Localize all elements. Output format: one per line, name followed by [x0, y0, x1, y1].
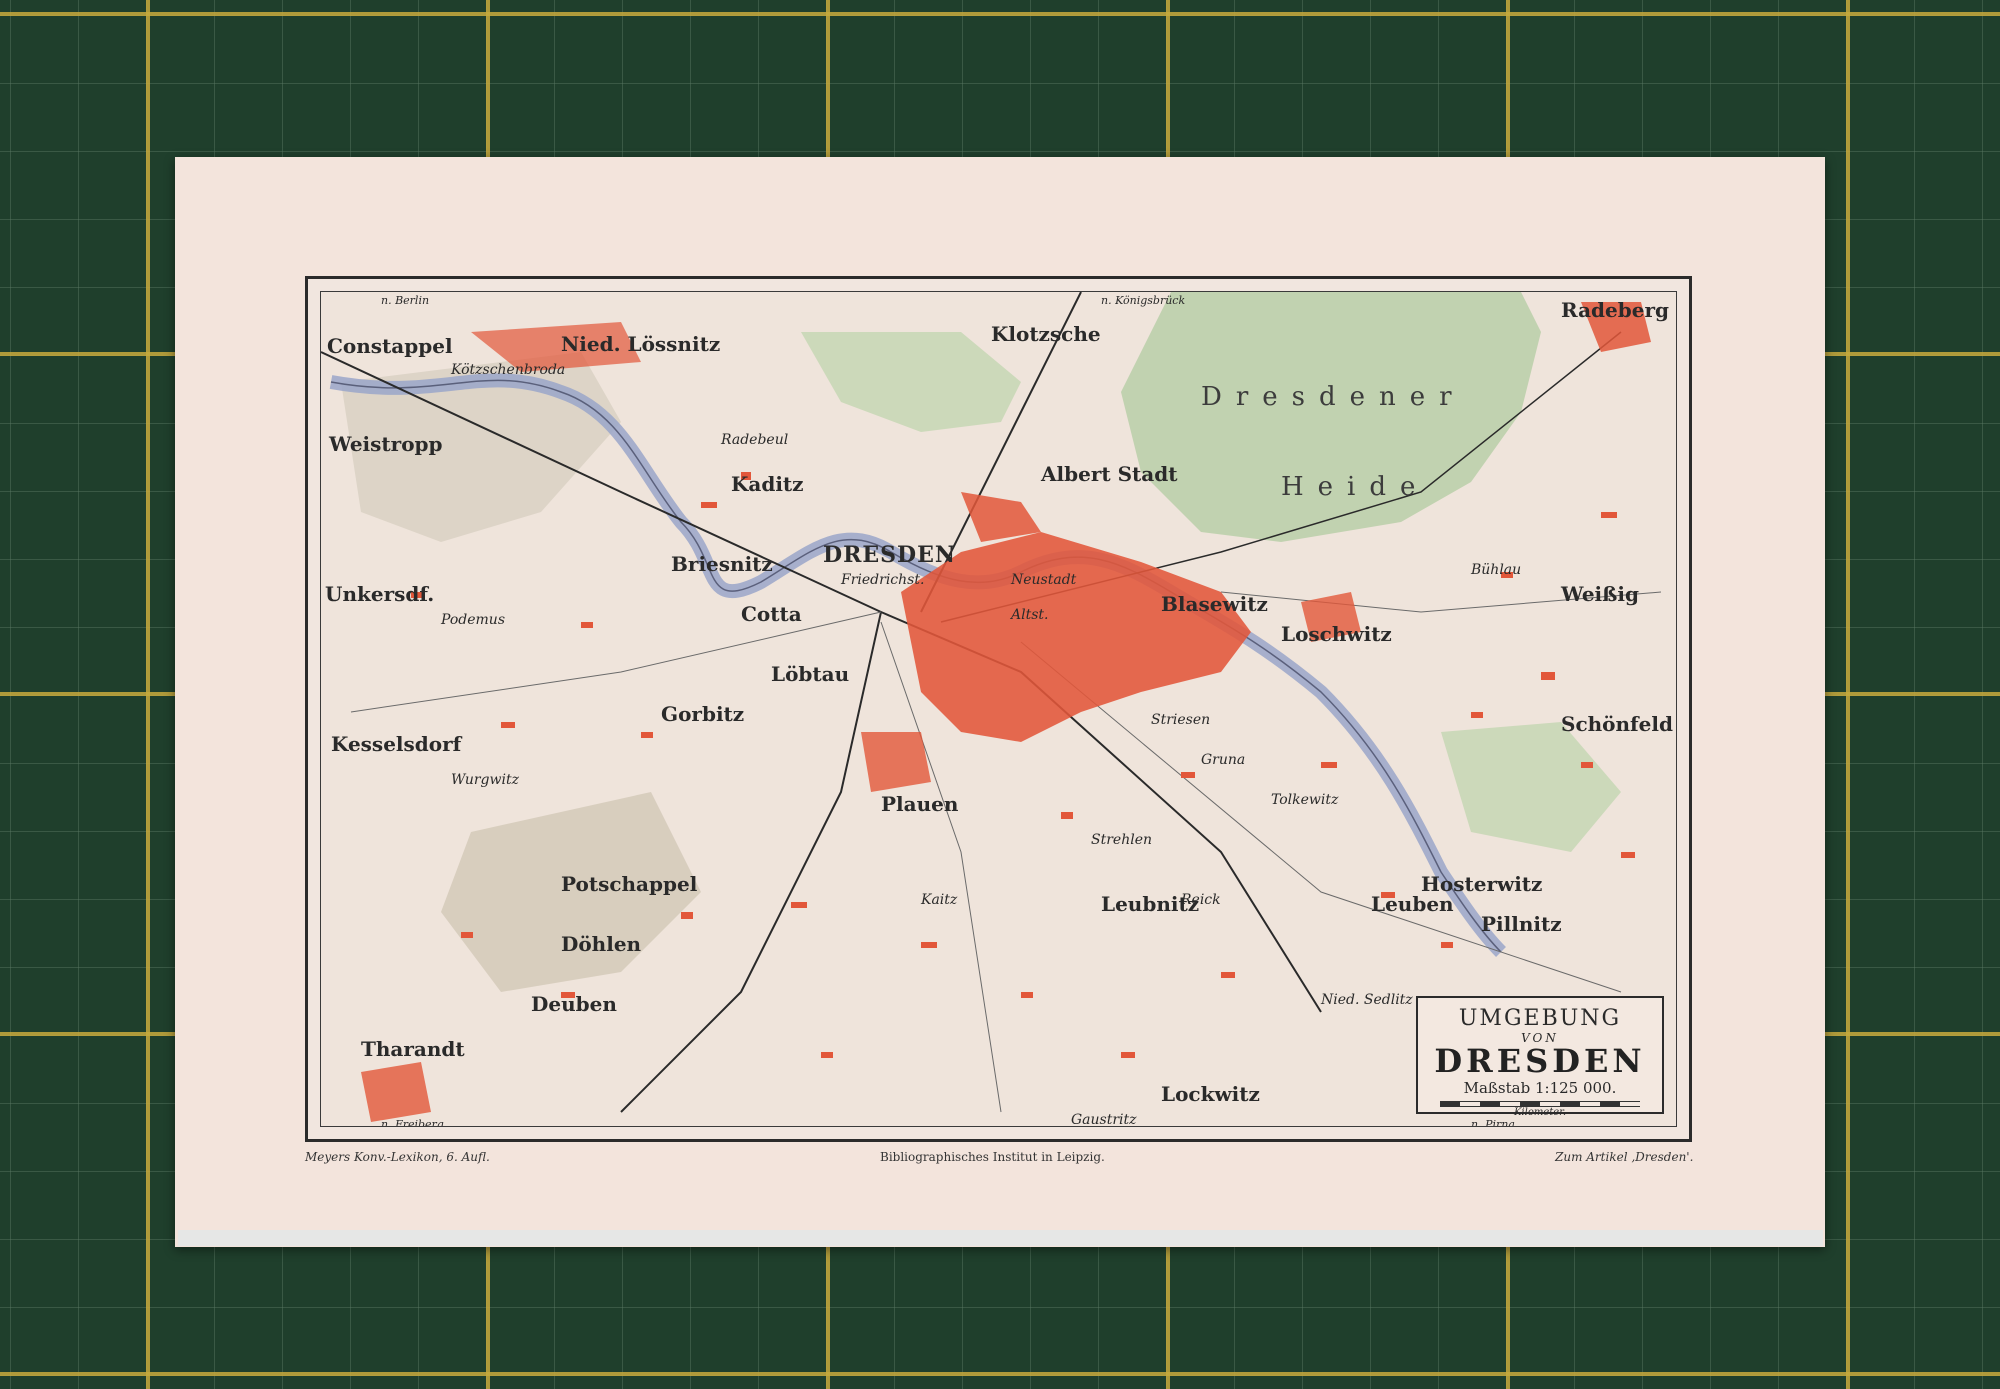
- label-constappel: Constappel: [327, 334, 453, 358]
- map-title-cartouche: UMGEBUNG VON DRESDEN Maßstab 1:125 000. …: [1416, 996, 1664, 1118]
- forest-area-north: [801, 332, 1021, 432]
- paper-edge: [178, 1230, 1823, 1246]
- label-plauen: Plauen: [881, 792, 959, 816]
- label-schoenfeld: Schönfeld: [1561, 712, 1673, 736]
- label-kaditz: Kaditz: [731, 472, 804, 496]
- label-to-freiberg: n. Freiberg: [381, 1118, 444, 1127]
- title-umgebung: UMGEBUNG: [1458, 1006, 1622, 1031]
- scale-text: Maßstab 1:125 000.: [1463, 1079, 1617, 1097]
- label-weissig: Weißig: [1561, 582, 1639, 606]
- label-dresden: DRESDEN: [823, 542, 956, 568]
- label-cotta: Cotta: [741, 602, 802, 626]
- label-klotzsche: Klotzsche: [991, 322, 1101, 346]
- label-weistropp: Weistropp: [329, 432, 443, 456]
- label-pillnitz: Pillnitz: [1481, 912, 1562, 936]
- label-radebeul: Radebeul: [721, 432, 789, 448]
- label-tolkewitz: Tolkewitz: [1271, 792, 1339, 808]
- label-doehlen: Döhlen: [561, 932, 642, 956]
- label-to-koenigsbrueck: n. Königsbrück: [1101, 294, 1186, 307]
- label-to-pirna: n. Pirna: [1471, 1118, 1515, 1127]
- label-friedrichstadt: Friedrichst.: [841, 572, 925, 588]
- label-altstadt: Altst.: [1011, 607, 1049, 623]
- map-frame: DRESDEN Radeberg Dresdener Heide Constap…: [305, 276, 1692, 1142]
- plauen-area: [861, 732, 931, 792]
- label-striesen: Striesen: [1151, 712, 1211, 728]
- label-albert-stadt: Albert Stadt: [1041, 462, 1178, 486]
- label-buehlau: Bühlau: [1471, 562, 1522, 578]
- map-area: DRESDEN Radeberg Dresdener Heide Constap…: [320, 291, 1677, 1127]
- label-hosterwitz: Hosterwitz: [1421, 872, 1543, 896]
- label-forest-dresdener: Dresdener: [1201, 382, 1466, 412]
- label-blasewitz: Blasewitz: [1161, 592, 1268, 616]
- neustadt-area: [961, 492, 1041, 542]
- label-gruna: Gruna: [1201, 752, 1246, 768]
- label-koetzschenbroda: Kötzschenbroda: [451, 362, 566, 378]
- label-radeberg: Radeberg: [1561, 298, 1669, 322]
- label-loschwitz: Loschwitz: [1281, 622, 1392, 646]
- title-dresden: DRESDEN: [1434, 1042, 1646, 1080]
- forest-area-southeast: [1441, 722, 1621, 852]
- label-neustadt: Neustadt: [1011, 572, 1077, 588]
- label-podemus: Podemus: [441, 612, 506, 628]
- label-potschappel: Potschappel: [561, 872, 698, 896]
- label-kaitz: Kaitz: [921, 892, 958, 908]
- footer-right: Zum Artikel ‚Dresden'.: [1555, 1150, 1694, 1164]
- label-lockwitz: Lockwitz: [1161, 1082, 1260, 1106]
- label-briesnitz: Briesnitz: [671, 552, 773, 576]
- label-loebtau: Löbtau: [771, 662, 850, 686]
- scale-unit: Kilometer.: [1513, 1107, 1567, 1118]
- forest-area: [1121, 292, 1541, 542]
- label-to-berlin: n. Berlin: [381, 294, 430, 307]
- tharandt-area: [361, 1062, 431, 1122]
- label-strehlen: Strehlen: [1091, 832, 1152, 848]
- label-gorbitz: Gorbitz: [661, 702, 745, 726]
- label-kesselsdorf: Kesselsdorf: [331, 732, 462, 756]
- label-gaustritz: Gaustritz: [1071, 1112, 1137, 1127]
- label-nied-loessnitz: Nied. Lössnitz: [561, 332, 721, 356]
- footer-left: Meyers Konv.-Lexikon, 6. Aufl.: [305, 1150, 490, 1164]
- label-tharandt: Tharandt: [361, 1037, 465, 1061]
- label-forest-heide: Heide: [1281, 472, 1430, 502]
- label-wurgwitz: Wurgwitz: [451, 772, 519, 788]
- footer-center: Bibliographisches Institut in Leipzig.: [880, 1150, 1105, 1164]
- label-reick: Reick: [1181, 892, 1221, 908]
- label-nied-sedlitz: Nied. Sedlitz: [1321, 992, 1413, 1008]
- label-unkersdf: Unkersdf.: [325, 582, 435, 606]
- label-deuben: Deuben: [531, 992, 617, 1016]
